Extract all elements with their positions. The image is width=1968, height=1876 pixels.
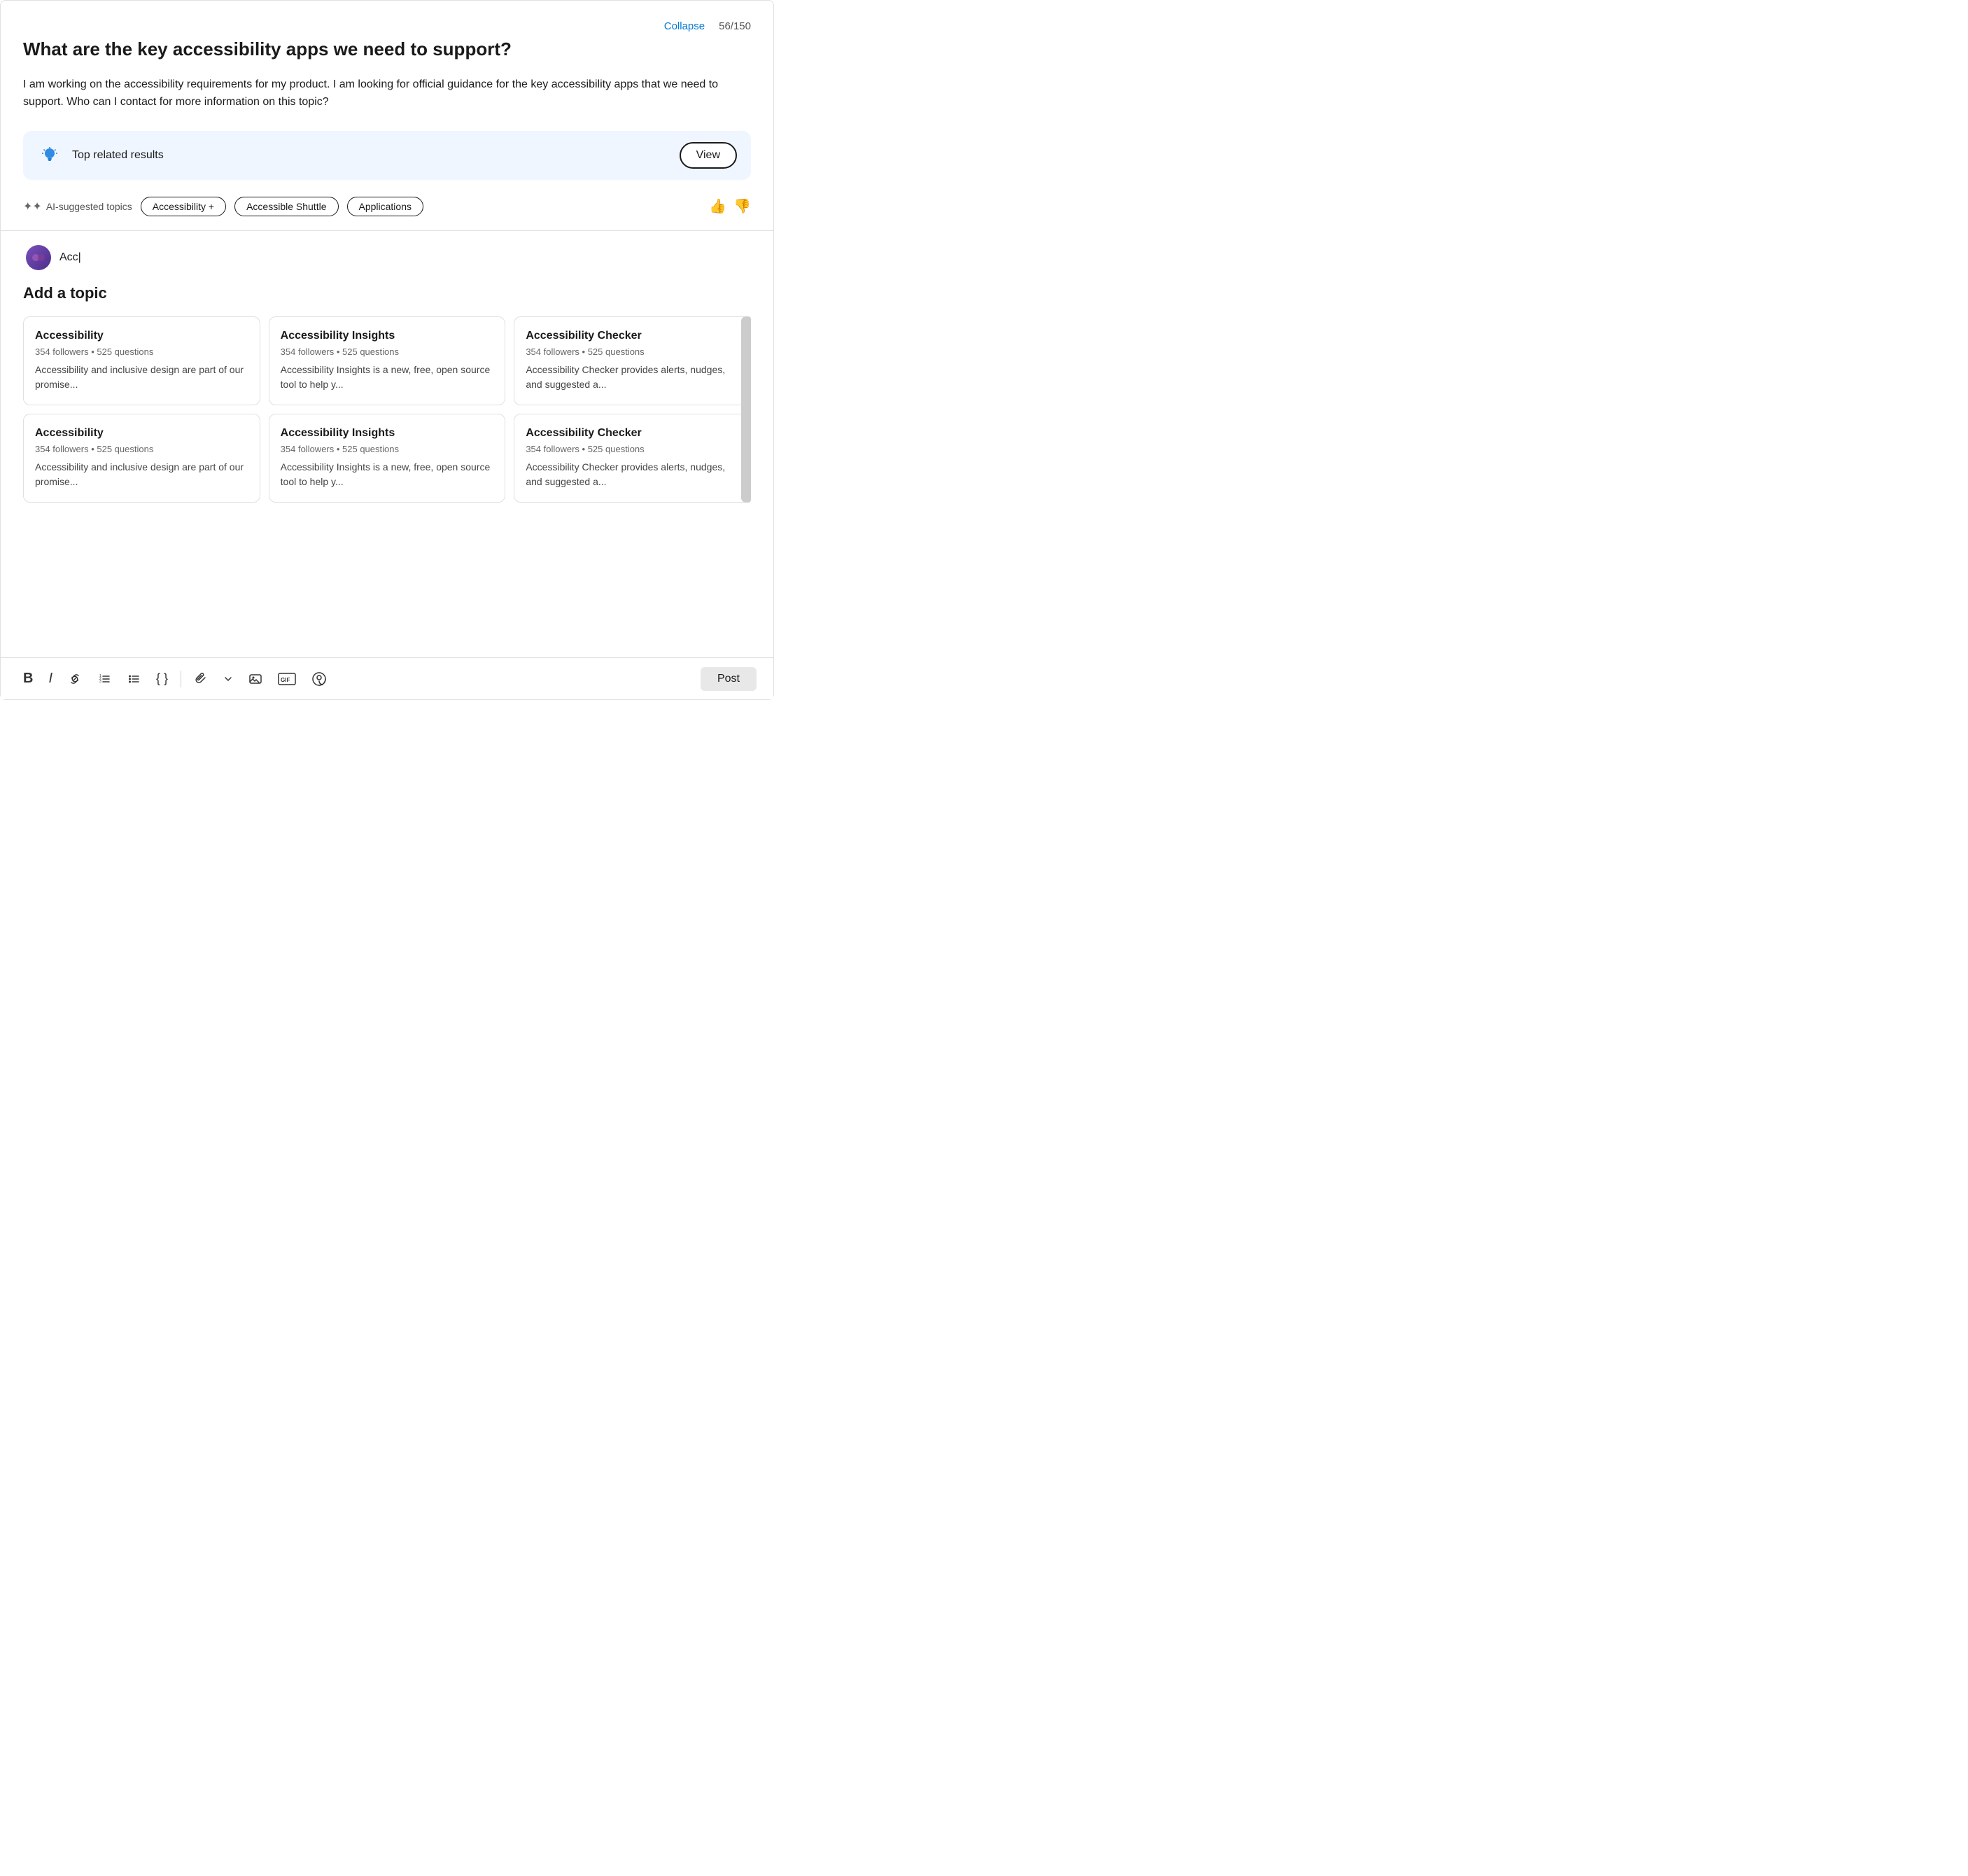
topic-card-desc-2: Accessibility Checker provides alerts, n… bbox=[526, 363, 739, 392]
topic-card-meta-2: 354 followers • 525 questions bbox=[526, 346, 739, 357]
link-button[interactable] bbox=[62, 668, 87, 690]
topic-card-title-4: Accessibility Insights bbox=[281, 427, 494, 440]
topic-card-0[interactable]: Accessibility 354 followers • 525 questi… bbox=[23, 316, 260, 405]
topic-card-meta-5: 354 followers • 525 questions bbox=[526, 444, 739, 454]
topic-card-meta-0: 354 followers • 525 questions bbox=[35, 346, 248, 357]
thumbs-up-icon[interactable]: 👍 bbox=[709, 197, 726, 215]
topic-card-desc-4: Accessibility Insights is a new, free, o… bbox=[281, 460, 494, 489]
topic-card-meta-3: 354 followers • 525 questions bbox=[35, 444, 248, 454]
topic-card-desc-5: Accessibility Checker provides alerts, n… bbox=[526, 460, 739, 489]
top-results-bar: Top related results View bbox=[23, 131, 751, 180]
editor-toolbar: B I 1 2 3 { } bbox=[1, 657, 773, 699]
bold-button[interactable]: B bbox=[17, 666, 38, 691]
topic-card-desc-3: Accessibility and inclusive design are p… bbox=[35, 460, 248, 489]
topic-card-meta-4: 354 followers • 525 questions bbox=[281, 444, 494, 454]
topic-card-3[interactable]: Accessibility 354 followers • 525 questi… bbox=[23, 414, 260, 503]
add-topic-title: Add a topic bbox=[23, 284, 751, 302]
attachment-button[interactable] bbox=[188, 668, 213, 690]
top-bar: Collapse 56/150 bbox=[23, 20, 751, 32]
accessibility-chip[interactable]: Accessibility + bbox=[141, 197, 226, 216]
ai-label: ✦✦ AI-suggested topics bbox=[23, 200, 132, 214]
topic-card-desc-1: Accessibility Insights is a new, free, o… bbox=[281, 363, 494, 392]
unordered-list-button[interactable] bbox=[121, 668, 146, 690]
view-button[interactable]: View bbox=[680, 142, 737, 169]
topics-grid: Accessibility 354 followers • 525 questi… bbox=[23, 316, 751, 503]
topic-card-2[interactable]: Accessibility Checker 354 followers • 52… bbox=[514, 316, 751, 405]
topic-input-row: Acc| bbox=[23, 245, 751, 270]
topic-card-4[interactable]: Accessibility Insights 354 followers • 5… bbox=[269, 414, 506, 503]
topic-card-5[interactable]: Accessibility Checker 354 followers • 52… bbox=[514, 414, 751, 503]
ordered-list-button[interactable]: 1 2 3 bbox=[92, 668, 117, 690]
topic-card-1[interactable]: Accessibility Insights 354 followers • 5… bbox=[269, 316, 506, 405]
gif-button[interactable]: GIF bbox=[272, 668, 302, 690]
post-button[interactable]: Post bbox=[701, 667, 757, 691]
attachment-dropdown-button[interactable] bbox=[218, 670, 239, 688]
char-count: 56/150 bbox=[719, 20, 751, 32]
lightbulb-icon bbox=[37, 143, 62, 168]
top-results-left: Top related results bbox=[37, 143, 164, 168]
topic-card-desc-0: Accessibility and inclusive design are p… bbox=[35, 363, 248, 392]
code-button[interactable]: { } bbox=[150, 667, 174, 690]
section-divider bbox=[1, 230, 773, 231]
collapse-button[interactable]: Collapse bbox=[664, 20, 705, 32]
svg-text:GIF: GIF bbox=[281, 677, 290, 683]
feedback-icons: 👍 👎 bbox=[709, 197, 751, 215]
user-avatar bbox=[26, 245, 51, 270]
mention-button[interactable] bbox=[306, 667, 332, 691]
topic-card-title-3: Accessibility bbox=[35, 427, 248, 440]
applications-chip[interactable]: Applications bbox=[347, 197, 424, 216]
image-button[interactable] bbox=[243, 668, 268, 690]
question-body: I am working on the accessibility requir… bbox=[23, 76, 751, 111]
topic-card-meta-1: 354 followers • 525 questions bbox=[281, 346, 494, 357]
svg-text:3: 3 bbox=[99, 680, 101, 684]
top-results-text: Top related results bbox=[72, 149, 164, 162]
topic-search-input[interactable]: Acc| bbox=[59, 251, 748, 264]
thumbs-down-icon[interactable]: 👎 bbox=[733, 197, 751, 215]
sparkle-icon: ✦✦ bbox=[23, 200, 42, 214]
question-title: What are the key accessibility apps we n… bbox=[23, 38, 751, 62]
ai-topics-row: ✦✦ AI-suggested topics Accessibility + A… bbox=[23, 197, 751, 216]
topic-card-title-2: Accessibility Checker bbox=[526, 330, 739, 342]
topic-card-title-0: Accessibility bbox=[35, 330, 248, 342]
ai-label-text: AI-suggested topics bbox=[46, 201, 132, 212]
topic-card-title-5: Accessibility Checker bbox=[526, 427, 739, 440]
italic-button[interactable]: I bbox=[43, 666, 58, 691]
accessible-shuttle-chip[interactable]: Accessible Shuttle bbox=[234, 197, 338, 216]
topic-card-title-1: Accessibility Insights bbox=[281, 330, 494, 342]
